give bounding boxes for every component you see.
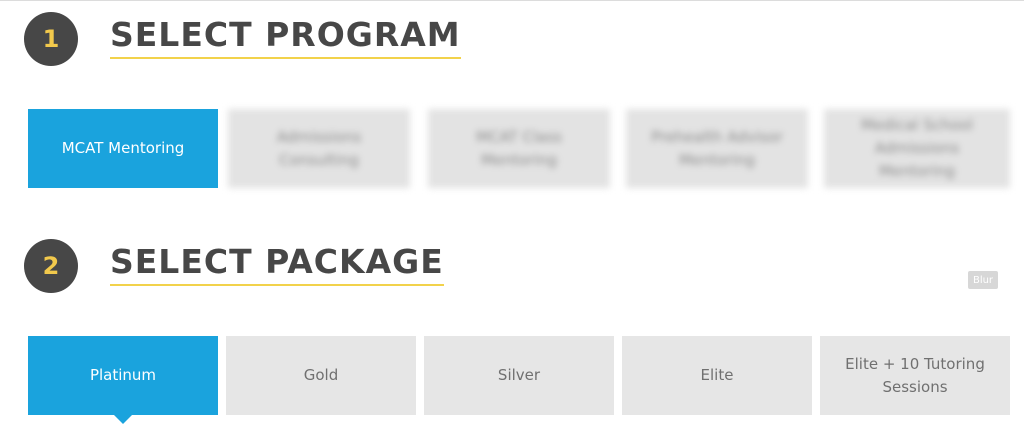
program-tile-4[interactable]: Prehealth Advisor Mentoring — [626, 109, 808, 188]
step-2-number: 2 — [42, 252, 60, 280]
package-tile-label: Platinum — [89, 366, 157, 384]
package-tile-platinum[interactable]: Platinum — [28, 336, 218, 424]
top-divider — [0, 0, 1024, 1]
program-tile-label: MCAT Mentoring — [61, 139, 185, 157]
program-tile-label: Medical School Admissions Mentoring — [860, 116, 974, 180]
select-program-heading: SELECT PROGRAM — [110, 17, 461, 59]
package-tile-elite[interactable]: Elite — [622, 336, 812, 415]
package-tile-label: Silver — [497, 366, 541, 384]
program-tile-2[interactable]: Admissions Consulting — [228, 109, 410, 188]
program-tile-3[interactable]: MCAT Class Mentoring — [428, 109, 610, 188]
step-1-number: 1 — [42, 25, 60, 53]
program-tile-label: Prehealth Advisor Mentoring — [651, 127, 783, 169]
package-tile-gold[interactable]: Gold — [226, 336, 416, 415]
program-tile-mcat-mentoring[interactable]: MCAT Mentoring — [28, 109, 218, 188]
package-tile-elite-tutoring[interactable]: Elite + 10 Tutoring Sessions — [820, 336, 1010, 415]
select-package-heading: SELECT PACKAGE — [110, 244, 444, 286]
package-tile-label: Gold — [303, 366, 339, 384]
package-tile-label: Elite + 10 Tutoring Sessions — [845, 354, 985, 396]
package-tile-label: Elite — [700, 366, 734, 384]
selected-pointer-icon — [114, 415, 132, 424]
step-1-badge: 1 — [24, 12, 78, 66]
blur-badge: Blur — [968, 271, 998, 289]
program-tile-5[interactable]: Medical School Admissions Mentoring — [824, 109, 1010, 188]
step-2-badge: 2 — [24, 239, 78, 293]
program-tile-label: Admissions Consulting — [276, 127, 362, 169]
package-tile-silver[interactable]: Silver — [424, 336, 614, 415]
program-tile-label: MCAT Class Mentoring — [476, 127, 562, 169]
